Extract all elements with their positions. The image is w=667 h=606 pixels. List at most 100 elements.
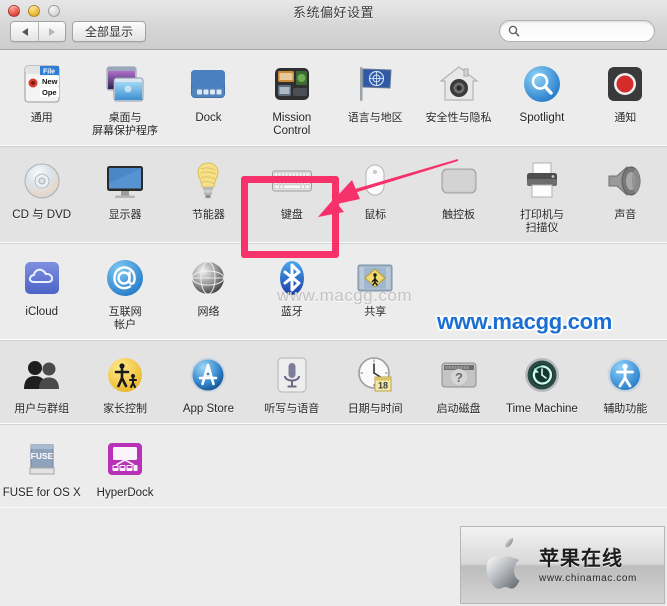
date-badge: 18 (378, 381, 388, 391)
pane-label: 节能器 (191, 209, 225, 221)
energy-saver-icon (184, 157, 232, 205)
forward-arrow-icon (49, 27, 55, 36)
pane-label: 键盘 (280, 209, 303, 221)
pane-dock[interactable]: Dock (167, 60, 250, 138)
sound-icon (601, 157, 649, 205)
fuse-badge-text: FUSE (30, 451, 53, 461)
pane-trackpad[interactable]: 触控板 (417, 157, 500, 235)
accessibility-icon (601, 351, 649, 399)
pane-label: App Store (182, 403, 235, 415)
pane-users-groups[interactable]: 用户与群组 (0, 351, 83, 416)
startup-disk-icon: ? (435, 351, 483, 399)
pane-label: 共享 (364, 306, 387, 318)
pane-desktop-screensaver[interactable]: 桌面与 屏幕保护程序 (83, 60, 166, 138)
fuse-icon: FUSE (18, 435, 66, 483)
pane-label: HyperDock (96, 487, 154, 499)
pane-label: 蓝牙 (280, 306, 303, 318)
window-title: 系统偏好设置 (292, 5, 374, 20)
pane-label: 通用 (30, 112, 53, 124)
pane-general[interactable]: File New Ope 通用 (0, 60, 83, 138)
pane-label: Time Machine (506, 403, 578, 415)
navigation-buttons (10, 21, 66, 42)
pane-row-1: File New Ope 通用 桌面与 屏幕保护程序 Dock Mission … (0, 50, 667, 147)
search-icon (508, 25, 520, 37)
pane-label: 桌面与 屏幕保护程序 (92, 112, 159, 137)
pane-mouse[interactable]: 鼠标 (334, 157, 417, 235)
pane-label: 显示器 (108, 209, 142, 221)
apple-logo-icon (486, 538, 520, 589)
logo-url-text: www.chinamac.com (539, 572, 637, 584)
pane-energy-saver[interactable]: 节能器 (167, 157, 250, 235)
pane-language-region[interactable]: 语言与地区 (334, 60, 417, 138)
pane-security-privacy[interactable]: 安全性与隐私 (417, 60, 500, 138)
pane-label: Mission Control (272, 112, 312, 137)
pane-mission-control[interactable]: Mission Control (250, 60, 333, 138)
pane-label: 语言与地区 (347, 112, 403, 124)
search-field[interactable] (499, 20, 655, 42)
pane-displays[interactable]: 显示器 (83, 157, 166, 235)
pane-row-4: 用户与群组 家长控制 App Store 听写与语音 18 日期与时间 ? 启动… (0, 341, 667, 425)
language-region-icon (351, 60, 399, 108)
pane-dictation-speech[interactable]: 听写与语音 (250, 351, 333, 416)
watermark-gray: www.macgg.com (277, 286, 412, 305)
network-icon (184, 254, 232, 302)
pane-label: 触控板 (442, 209, 476, 221)
preference-pane-grid: File New Ope 通用 桌面与 屏幕保护程序 Dock Mission … (0, 50, 667, 508)
system-preferences-window: 系统偏好设置 全部显示 File New Ope 通用 桌面与 屏幕保护程序 D… (0, 0, 667, 606)
dock-icon (184, 60, 232, 108)
pane-label: iCloud (25, 306, 58, 318)
pane-label: 用户与群组 (14, 403, 70, 415)
keyboard-icon (268, 157, 316, 205)
svg-text:New: New (42, 77, 58, 86)
window-titlebar: 系统偏好设置 全部显示 (0, 0, 667, 50)
mouse-icon (351, 157, 399, 205)
dictation-speech-icon (268, 351, 316, 399)
icloud-icon (18, 254, 66, 302)
pane-label: 家长控制 (103, 403, 148, 415)
date-time-icon: 18 (351, 351, 399, 399)
pane-label: 启动磁盘 (436, 403, 481, 415)
forward-button[interactable] (38, 22, 65, 41)
pane-notifications[interactable]: 通知 (584, 60, 667, 138)
pane-sound[interactable]: 声音 (584, 157, 667, 235)
mission-control-icon (268, 60, 316, 108)
back-button[interactable] (11, 22, 38, 41)
pane-network[interactable]: 网络 (167, 254, 250, 332)
pane-label: 声音 (614, 209, 637, 221)
pane-date-time[interactable]: 18 日期与时间 (334, 351, 417, 416)
parental-controls-icon (101, 351, 149, 399)
pane-keyboard[interactable]: 键盘 (250, 157, 333, 235)
pane-app-store[interactable]: App Store (167, 351, 250, 416)
pane-cd-dvd[interactable]: CD 与 DVD (0, 157, 83, 235)
pane-label: 辅助功能 (603, 403, 648, 415)
app-store-icon (184, 351, 232, 399)
search-input[interactable] (525, 24, 645, 38)
cd-dvd-icon (18, 157, 66, 205)
pane-accessibility[interactable]: 辅助功能 (584, 351, 667, 416)
logo-text-group: 苹果在线 www.chinamac.com (539, 547, 637, 584)
pane-parental-controls[interactable]: 家长控制 (83, 351, 166, 416)
pane-startup-disk[interactable]: ? 启动磁盘 (417, 351, 500, 416)
pane-label: Dock (195, 112, 222, 124)
time-machine-icon (518, 351, 566, 399)
pane-printers-scanners[interactable]: 打印机与 扫描仪 (500, 157, 583, 235)
pane-internet-accounts[interactable]: 互联网 帐户 (83, 254, 166, 332)
logo-cn-text: 苹果在线 (539, 547, 623, 570)
watermark-blue: www.macgg.com (437, 309, 612, 334)
general-icon: File New Ope (18, 60, 66, 108)
printers-scanners-icon (518, 157, 566, 205)
pane-icloud[interactable]: iCloud (0, 254, 83, 332)
pane-label: Spotlight (519, 112, 565, 124)
pane-label: 互联网 帐户 (108, 306, 142, 331)
show-all-button[interactable]: 全部显示 (72, 21, 147, 42)
internet-accounts-icon (101, 254, 149, 302)
pane-fuse-for-osx[interactable]: FUSE FUSE for OS X (0, 435, 83, 500)
pane-label: 安全性与隐私 (425, 112, 492, 124)
users-groups-icon (18, 351, 66, 399)
pane-hyperdock[interactable]: HyperDock (83, 435, 166, 500)
pane-time-machine[interactable]: Time Machine (500, 351, 583, 416)
pane-row-2: CD 与 DVD 显示器 节能器 键盘 鼠标 触控板 打印机与 扫描仪 声音 (0, 147, 667, 244)
pane-spotlight[interactable]: Spotlight (500, 60, 583, 138)
displays-icon (101, 157, 149, 205)
notifications-icon (601, 60, 649, 108)
